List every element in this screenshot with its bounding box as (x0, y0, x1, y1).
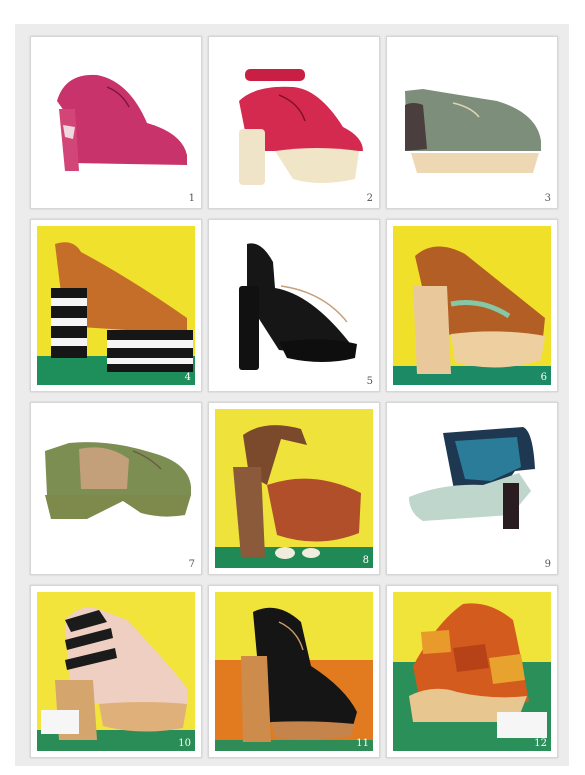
shoe-number: 1 (188, 193, 195, 204)
shoe-card[interactable]: 4 (30, 219, 202, 392)
shoe-photo (37, 409, 195, 568)
shoe-photo (215, 226, 373, 385)
shoe-photo (393, 409, 551, 568)
shoe-grid: 1 2 3 4 5 6 7 8 9 10 11 12 (30, 36, 558, 758)
shoe-number: 8 (362, 555, 369, 566)
shoe-card[interactable]: 7 (30, 402, 202, 575)
shoe-card[interactable]: 3 (386, 36, 558, 209)
photo-sheet: 1 2 3 4 5 6 7 8 9 10 11 12 (15, 24, 569, 766)
shoe-number: 7 (188, 559, 195, 570)
shoe-card[interactable]: 10 (30, 585, 202, 758)
shoe-photo: 6 (393, 226, 551, 385)
shoe-card[interactable]: 12 (386, 585, 558, 758)
shoe-number: 6 (540, 372, 547, 383)
shoe-photo: 11 (215, 592, 373, 751)
shoe-number: 5 (366, 376, 373, 387)
shoe-number: 9 (544, 559, 551, 570)
shoe-card[interactable]: 9 (386, 402, 558, 575)
shoe-card[interactable]: 11 (208, 585, 380, 758)
shoe-number: 3 (544, 193, 551, 204)
shoe-number: 12 (534, 738, 547, 749)
shoe-card[interactable]: 8 (208, 402, 380, 575)
shoe-photo: 8 (215, 409, 373, 568)
shoe-photo: 4 (37, 226, 195, 385)
shoe-photo: 12 (393, 592, 551, 751)
shoe-photo (393, 43, 551, 202)
shoe-photo (215, 43, 373, 202)
shoe-photo (37, 43, 195, 202)
shoe-card[interactable]: 6 (386, 219, 558, 392)
shoe-number: 11 (356, 738, 369, 749)
shoe-card[interactable]: 5 (208, 219, 380, 392)
shoe-number: 2 (366, 193, 373, 204)
shoe-card[interactable]: 1 (30, 36, 202, 209)
shoe-number: 10 (178, 738, 191, 749)
shoe-photo: 10 (37, 592, 195, 751)
shoe-card[interactable]: 2 (208, 36, 380, 209)
shoe-number: 4 (184, 372, 191, 383)
